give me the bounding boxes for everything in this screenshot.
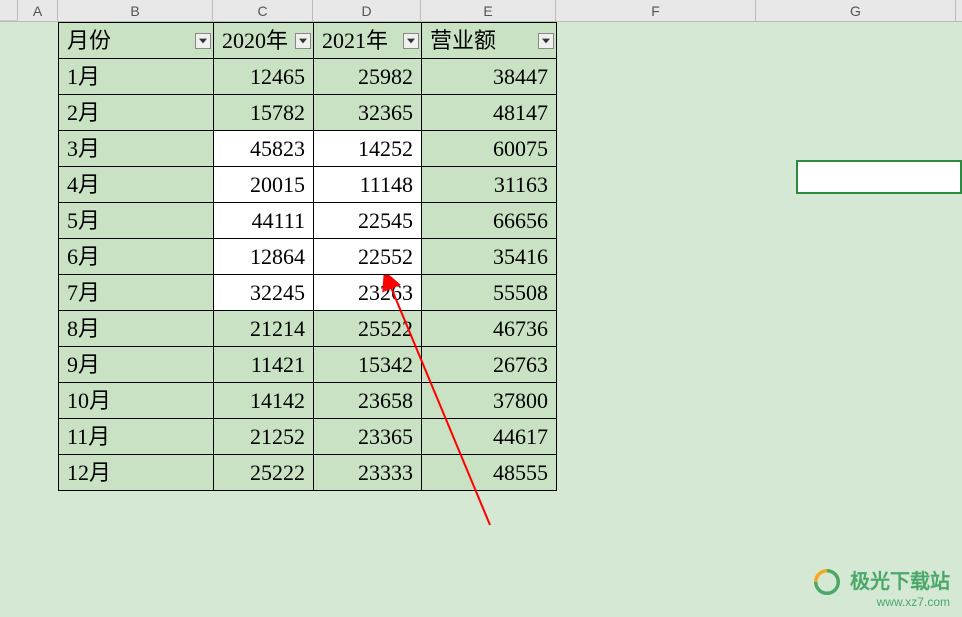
col-header-D[interactable]: D <box>313 0 421 21</box>
table-row[interactable]: 10月141422365837800 <box>59 383 557 419</box>
cell-2021[interactable]: 22545 <box>314 203 422 239</box>
cell-2021[interactable]: 25982 <box>314 59 422 95</box>
header-2021-label: 2021年 <box>322 28 388 53</box>
select-all-corner[interactable] <box>0 0 18 21</box>
data-table[interactable]: 月份 2020年 2021年 <box>58 22 557 491</box>
header-month[interactable]: 月份 <box>59 23 214 59</box>
cell-2021[interactable]: 32365 <box>314 95 422 131</box>
table-row[interactable]: 1月124652598238447 <box>59 59 557 95</box>
table-header-row: 月份 2020年 2021年 <box>59 23 557 59</box>
cell-month[interactable]: 10月 <box>59 383 214 419</box>
watermark-url: www.xz7.com <box>814 595 950 609</box>
cell-month[interactable]: 6月 <box>59 239 214 275</box>
cell-2020[interactable]: 12864 <box>214 239 314 275</box>
cell-2020[interactable]: 25222 <box>214 455 314 491</box>
cell-month[interactable]: 12月 <box>59 455 214 491</box>
table-row[interactable]: 2月157823236548147 <box>59 95 557 131</box>
cell-2020[interactable]: 12465 <box>214 59 314 95</box>
filter-button-month[interactable] <box>195 33 211 49</box>
cell-2021[interactable]: 25522 <box>314 311 422 347</box>
cell-revenue[interactable]: 48555 <box>422 455 557 491</box>
filter-button-2020[interactable] <box>295 33 311 49</box>
spreadsheet-grid[interactable]: A B C D E F G 月份 2020年 <box>0 0 962 617</box>
chevron-down-icon <box>407 38 415 44</box>
cell-2021[interactable]: 23658 <box>314 383 422 419</box>
table-row[interactable]: 9月114211534226763 <box>59 347 557 383</box>
cell-month[interactable]: 8月 <box>59 311 214 347</box>
active-cell-cursor <box>796 160 962 194</box>
cell-month[interactable]: 4月 <box>59 167 214 203</box>
table-row[interactable]: 5月441112254566656 <box>59 203 557 239</box>
cell-2021[interactable]: 15342 <box>314 347 422 383</box>
header-revenue[interactable]: 营业额 <box>422 23 557 59</box>
col-header-C[interactable]: C <box>213 0 313 21</box>
header-month-label: 月份 <box>67 28 111 53</box>
cell-revenue[interactable]: 38447 <box>422 59 557 95</box>
cell-2020[interactable]: 20015 <box>214 167 314 203</box>
cell-2020[interactable]: 11421 <box>214 347 314 383</box>
cell-revenue[interactable]: 55508 <box>422 275 557 311</box>
cell-revenue[interactable]: 46736 <box>422 311 557 347</box>
cell-2020[interactable]: 21214 <box>214 311 314 347</box>
cell-2020[interactable]: 44111 <box>214 203 314 239</box>
cell-month[interactable]: 1月 <box>59 59 214 95</box>
cell-month[interactable]: 9月 <box>59 347 214 383</box>
table-row[interactable]: 7月322452326355508 <box>59 275 557 311</box>
table-row[interactable]: 6月128642255235416 <box>59 239 557 275</box>
col-header-B[interactable]: B <box>58 0 213 21</box>
col-header-F[interactable]: F <box>556 0 756 21</box>
cell-2021[interactable]: 22552 <box>314 239 422 275</box>
cell-month[interactable]: 3月 <box>59 131 214 167</box>
cell-2020[interactable]: 21252 <box>214 419 314 455</box>
cell-revenue[interactable]: 37800 <box>422 383 557 419</box>
cell-revenue[interactable]: 60075 <box>422 131 557 167</box>
header-2020-label: 2020年 <box>222 28 288 53</box>
cell-month[interactable]: 11月 <box>59 419 214 455</box>
table-row[interactable]: 11月212522336544617 <box>59 419 557 455</box>
cell-revenue[interactable]: 31163 <box>422 167 557 203</box>
cell-2021[interactable]: 11148 <box>314 167 422 203</box>
cell-2020[interactable]: 32245 <box>214 275 314 311</box>
table-row[interactable]: 4月200151114831163 <box>59 167 557 203</box>
col-header-E[interactable]: E <box>421 0 556 21</box>
table-row[interactable]: 12月252222333348555 <box>59 455 557 491</box>
cell-month[interactable]: 7月 <box>59 275 214 311</box>
chevron-down-icon <box>542 38 550 44</box>
header-2020[interactable]: 2020年 <box>214 23 314 59</box>
col-header-A[interactable]: A <box>18 0 58 21</box>
table-row[interactable]: 8月212142552246736 <box>59 311 557 347</box>
cell-month[interactable]: 2月 <box>59 95 214 131</box>
chevron-down-icon <box>299 38 307 44</box>
cell-2021[interactable]: 23333 <box>314 455 422 491</box>
cell-2020[interactable]: 14142 <box>214 383 314 419</box>
watermark: 极光下载站 www.xz7.com <box>814 565 950 609</box>
header-2021[interactable]: 2021年 <box>314 23 422 59</box>
cell-2021[interactable]: 14252 <box>314 131 422 167</box>
cell-revenue[interactable]: 44617 <box>422 419 557 455</box>
chevron-down-icon <box>199 38 207 44</box>
cell-revenue[interactable]: 35416 <box>422 239 557 275</box>
cell-2021[interactable]: 23263 <box>314 275 422 311</box>
cell-2020[interactable]: 45823 <box>214 131 314 167</box>
watermark-brand: 极光下载站 <box>850 571 950 593</box>
cell-revenue[interactable]: 26763 <box>422 347 557 383</box>
filter-button-revenue[interactable] <box>538 33 554 49</box>
filter-button-2021[interactable] <box>403 33 419 49</box>
cell-revenue[interactable]: 48147 <box>422 95 557 131</box>
cell-revenue[interactable]: 66656 <box>422 203 557 239</box>
cell-2020[interactable]: 15782 <box>214 95 314 131</box>
column-header-row: A B C D E F G <box>0 0 962 22</box>
cell-month[interactable]: 5月 <box>59 203 214 239</box>
cell-2021[interactable]: 23365 <box>314 419 422 455</box>
logo-icon <box>814 569 840 595</box>
col-header-G[interactable]: G <box>756 0 956 21</box>
table-row[interactable]: 3月458231425260075 <box>59 131 557 167</box>
header-revenue-label: 营业额 <box>430 28 496 53</box>
